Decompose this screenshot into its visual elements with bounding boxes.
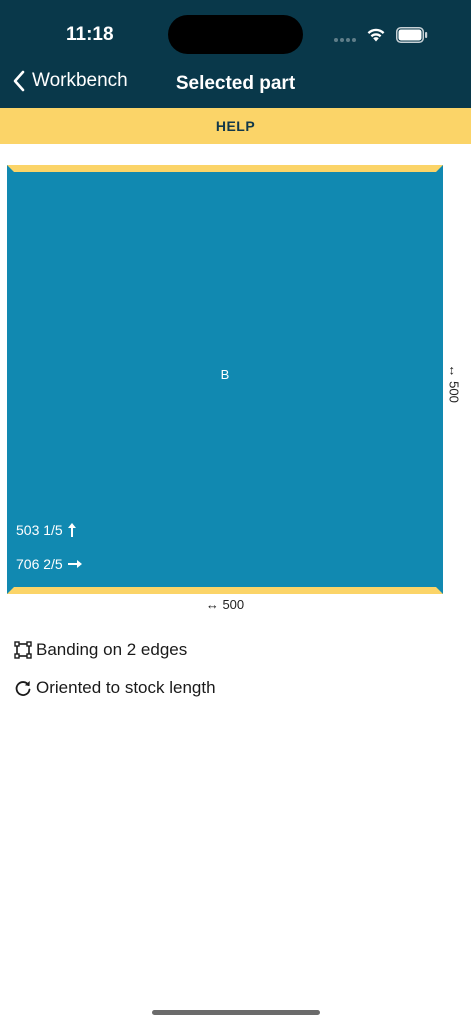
dynamic-island	[168, 15, 303, 54]
width-dimension-bottom: ↔ 500	[205, 597, 245, 612]
arrow-up-icon	[67, 523, 76, 537]
wifi-icon	[367, 28, 385, 42]
banding-square-icon	[14, 641, 32, 659]
rotate-clockwise-icon	[15, 681, 31, 696]
dimension-1-value: 503 1/5	[16, 522, 63, 538]
banding-info: Banding on 2 edges	[14, 640, 187, 660]
edge-banding-top	[7, 165, 443, 172]
orientation-info-text: Oriented to stock length	[36, 678, 216, 697]
part-label: B	[220, 367, 230, 382]
orientation-info: Oriented to stock length	[14, 678, 216, 698]
width-dimension-side: ↔ 500	[446, 364, 462, 403]
battery-icon	[396, 27, 428, 43]
arrow-right-icon	[67, 560, 82, 568]
home-indicator[interactable]	[152, 1010, 320, 1015]
status-time: 11:18	[66, 24, 114, 45]
banding-info-text: Banding on 2 edges	[36, 640, 188, 659]
dimension-2-value: 706 2/5	[16, 556, 63, 572]
edge-banding-bottom	[7, 587, 443, 594]
top-bar: 11:18 Workbench Selected part	[0, 0, 471, 108]
part-dimension-length: 706 2/5	[16, 556, 83, 572]
help-button[interactable]: HELP	[0, 108, 471, 144]
part-dimension-grain: 503 1/5	[16, 522, 77, 538]
cellular-signal-icon	[334, 38, 356, 42]
page-title: Selected part	[175, 73, 296, 94]
